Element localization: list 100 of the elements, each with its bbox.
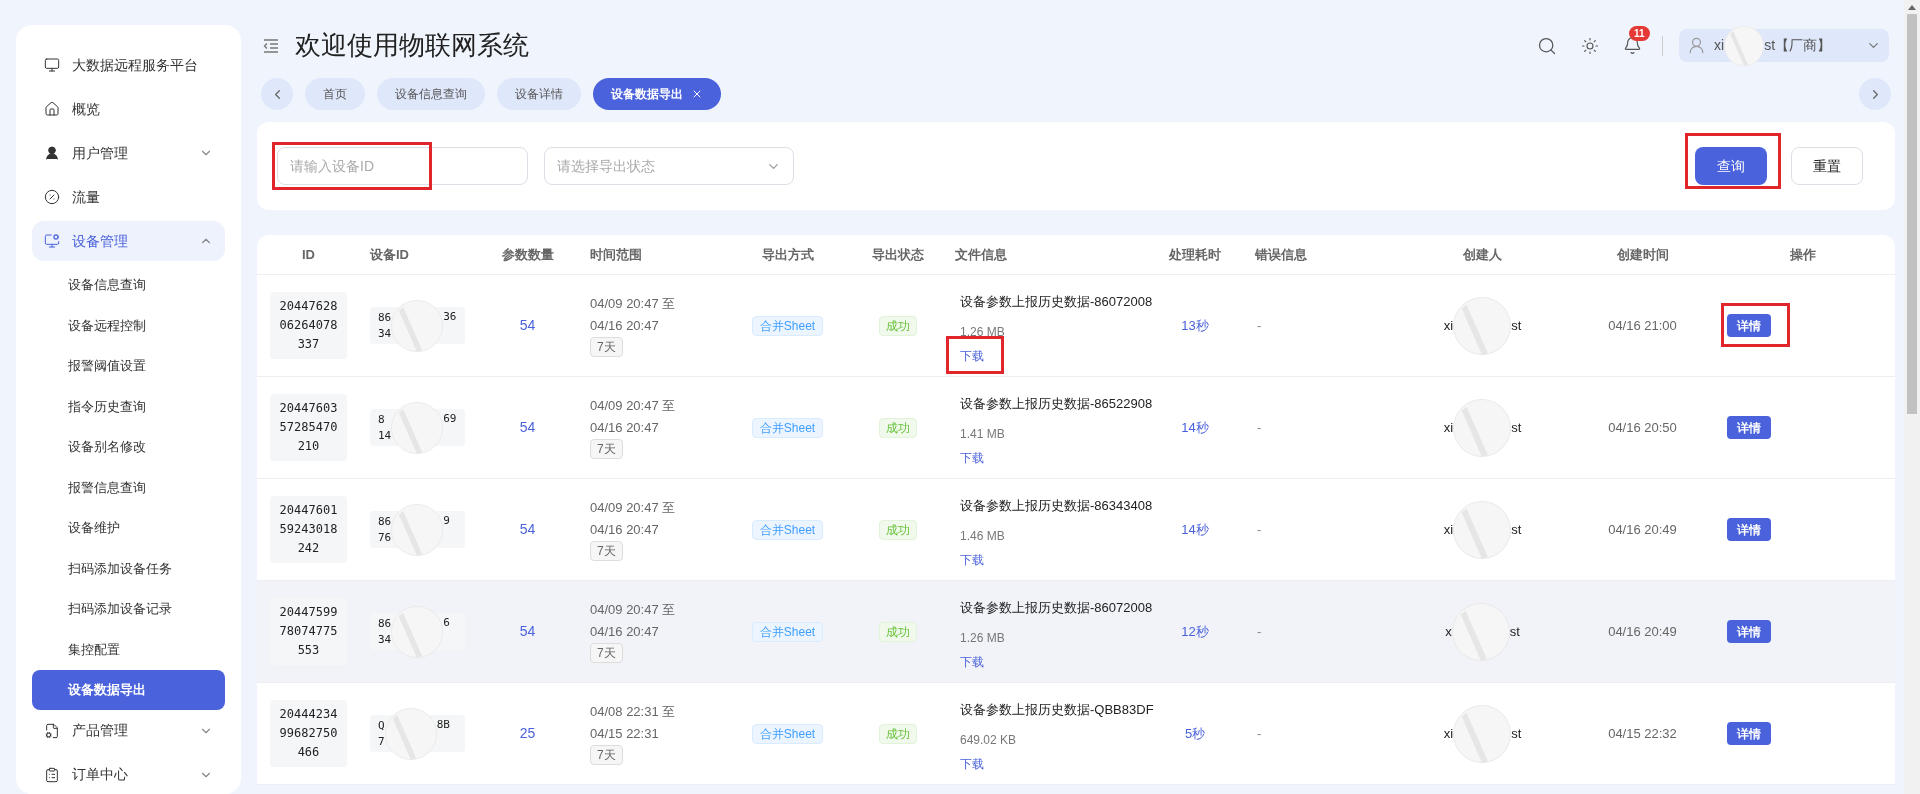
sun-icon[interactable]	[1581, 36, 1599, 55]
creator-end: st	[1511, 316, 1522, 335]
device-id-part: 7	[378, 733, 385, 750]
details-button[interactable]: 详情	[1727, 620, 1771, 643]
device-id-field[interactable]: 请输入设备ID	[277, 147, 528, 185]
submenu-item[interactable]: 扫码添加设备任务	[32, 548, 225, 589]
download-link[interactable]: 下载	[960, 550, 984, 569]
status-tag: 成功	[878, 621, 917, 642]
submenu-item[interactable]: 设备信息查询	[32, 265, 225, 305]
time-from: 04/09 20:47 至	[590, 295, 676, 313]
elapsed-time: 14秒	[1181, 418, 1209, 437]
id-line: 20447603	[279, 400, 338, 417]
device-id-part: 14	[378, 427, 392, 444]
download-link[interactable]: 下载	[960, 652, 984, 671]
duration-tag: 7天	[590, 643, 623, 663]
export-mode-tag: 合并Sheet	[751, 723, 824, 744]
submenu-item[interactable]: 集控配置	[32, 629, 225, 670]
device-id-part: 86	[378, 615, 392, 632]
sidebar-item[interactable]: 概览	[32, 89, 225, 129]
creator-start: xi	[1443, 316, 1454, 335]
error-info: -	[1256, 622, 1263, 641]
elapsed-time: 13秒	[1181, 316, 1209, 335]
id-line: 57285470	[279, 419, 338, 436]
error-info: -	[1256, 316, 1263, 335]
page-title: 欢迎使用物联网系统	[295, 29, 529, 62]
time-from: 04/08 22:31 至	[590, 703, 676, 721]
file-name: 设备参数上报历史数据-QBB83DF	[960, 700, 1154, 719]
submenu-item[interactable]: 设备维护	[32, 508, 225, 548]
details-button[interactable]: 详情	[1727, 722, 1771, 745]
redaction-mark	[1453, 398, 1512, 457]
device-id-part: 9	[443, 513, 450, 529]
id-line: 20447599	[279, 604, 338, 621]
tab[interactable]: 设备详情	[497, 78, 581, 110]
download-link[interactable]: 下载	[960, 754, 984, 773]
user-icon	[1687, 36, 1706, 55]
sidebar-item[interactable]: 流量	[32, 177, 225, 217]
creator-start: xi	[1443, 520, 1454, 539]
time-from: 04/09 20:47 至	[590, 397, 676, 415]
redaction-mark	[384, 707, 437, 760]
column-header: 文件信息	[954, 245, 1008, 264]
download-link[interactable]: 下载	[960, 448, 984, 467]
submenu-item[interactable]: 设备远程控制	[32, 305, 225, 346]
scrollbar-thumb[interactable]	[1907, 14, 1917, 414]
close-icon[interactable]	[691, 88, 703, 100]
export-mode-tag: 合并Sheet	[751, 315, 824, 336]
tab[interactable]: 首页	[305, 78, 365, 110]
details-button[interactable]: 详情	[1727, 416, 1771, 439]
time-to: 04/16 20:47	[590, 418, 659, 437]
submenu-item[interactable]: 报警阈值设置	[32, 346, 225, 386]
sidebar-item[interactable]: 订单中心	[32, 754, 225, 794]
file-name: 设备参数上报历史数据-86343408	[960, 496, 1153, 515]
menu-icon	[44, 233, 60, 249]
status-tag: 成功	[878, 723, 917, 744]
created-time: 04/15 22:32	[1608, 724, 1677, 743]
user-name-end: st【厂商】	[1764, 36, 1831, 55]
created-time: 04/16 20:50	[1608, 418, 1677, 437]
collapse-icon[interactable]	[263, 38, 279, 53]
creator-start: x	[1445, 622, 1452, 641]
submenu-item[interactable]: 报警信息查询	[32, 467, 225, 508]
user-name-start: xi	[1714, 36, 1725, 55]
elapsed-time: 12秒	[1181, 622, 1209, 641]
menu-icon	[44, 722, 60, 739]
submenu-item[interactable]: 扫码添加设备记录	[32, 589, 225, 629]
column-header: ID	[302, 245, 315, 264]
reset-button[interactable]: 重置	[1791, 147, 1863, 185]
device-id-part: 34	[378, 631, 392, 648]
submenu-item[interactable]: 指令历史查询	[32, 386, 225, 427]
time-from: 04/09 20:47 至	[590, 601, 676, 619]
scroll-up-icon[interactable]	[1908, 5, 1916, 10]
redaction-mark	[1453, 500, 1512, 559]
table-row[interactable]: 20447599 78074775 553 86 34 6 54 04/09 20:47 至 04/16 20:47 7天 合并Sheet 成功 设备参数上报历史数据-86072008 1.26 MB 下载 12秒 - x st 04/16 20:49 详情	[257, 581, 1895, 683]
download-link[interactable]: 下载	[960, 346, 984, 365]
sidebar-item[interactable]: 设备管理	[32, 221, 225, 261]
id-line: 20444234	[279, 706, 338, 723]
creator-end: st	[1511, 418, 1522, 437]
time-to: 04/15 22:31	[590, 724, 659, 743]
device-id-part: 69	[443, 411, 457, 427]
submenu-item[interactable]: 设备数据导出	[32, 670, 225, 710]
submenu-item[interactable]: 设备别名修改	[32, 427, 225, 467]
elapsed-time: 5秒	[1184, 724, 1206, 743]
sidebar-item[interactable]: 大数据远程服务平台	[32, 45, 225, 85]
search-icon[interactable]	[1537, 35, 1557, 56]
sidebar-item[interactable]: 用户管理	[32, 133, 225, 173]
param-count: 54	[519, 418, 536, 437]
device-id-part: 76	[378, 529, 392, 546]
created-time: 04/16 20:49	[1608, 622, 1677, 641]
details-button[interactable]: 详情	[1727, 518, 1771, 541]
column-header: 导出状态	[871, 245, 924, 264]
bell-icon[interactable]	[1623, 36, 1642, 55]
tab[interactable]: 设备信息查询	[377, 78, 485, 110]
sidebar-item[interactable]: 产品管理	[32, 710, 225, 751]
details-button[interactable]: 详情	[1727, 314, 1771, 337]
query-button[interactable]: 查询	[1695, 147, 1767, 185]
column-header: 错误信息	[1254, 245, 1308, 264]
menu-icon	[44, 145, 60, 161]
id-line: 466	[297, 744, 320, 761]
file-name: 设备参数上报历史数据-86522908	[960, 394, 1153, 413]
tab[interactable]: 设备数据导出	[593, 78, 721, 110]
time-to: 04/16 20:47	[590, 622, 659, 641]
column-header: 创建时间	[1616, 245, 1669, 264]
